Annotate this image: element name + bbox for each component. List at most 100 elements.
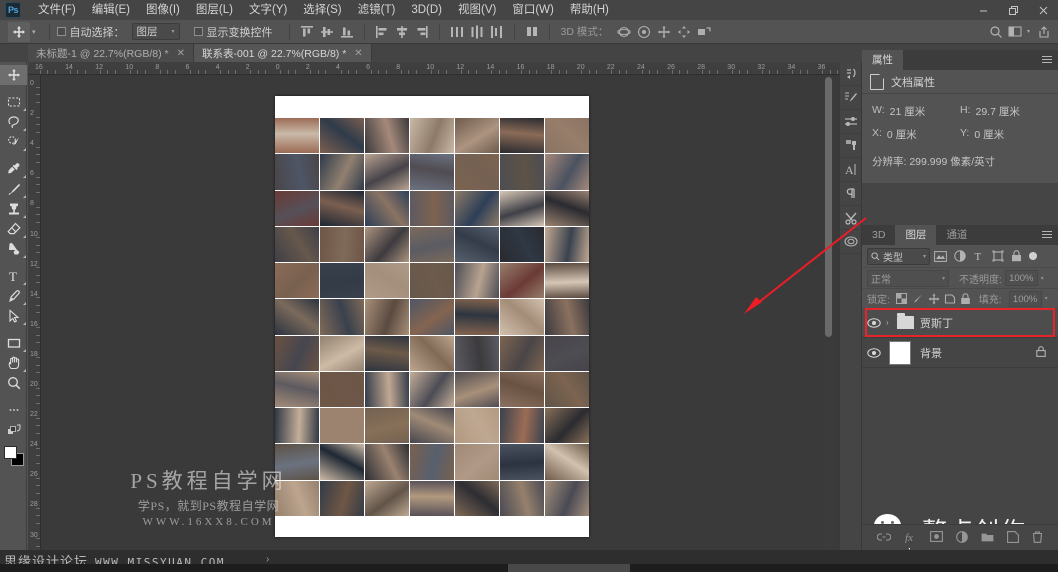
link-layers-icon[interactable] [877, 532, 891, 542]
zoom-tool[interactable] [0, 373, 27, 393]
fill-stepper-icon[interactable]: ▾ [1045, 295, 1048, 302]
opacity-stepper-icon[interactable]: ▾ [1041, 275, 1044, 282]
menu-item-9[interactable]: 窗口(W) [504, 0, 562, 20]
scale-3d-icon[interactable] [695, 23, 713, 41]
add-layer-mask-icon[interactable] [930, 531, 943, 542]
tab-通道[interactable]: 通道 [936, 225, 978, 245]
gradient-tool[interactable] [0, 239, 27, 259]
lock-transparent-pixels-icon[interactable] [894, 291, 910, 307]
document-tab-1[interactable]: 联系表-001 @ 22.7%(RGB/8) * ✕ [194, 44, 372, 62]
scrollbar-thumb[interactable] [825, 77, 832, 337]
tab-图层[interactable]: 图层 [895, 225, 937, 245]
layer-visibility-toggle[interactable] [862, 347, 886, 358]
menu-item-5[interactable]: 选择(S) [295, 0, 349, 20]
document-tab-0[interactable]: 未标题-1 @ 22.7%(RGB/8) * ✕ [28, 44, 194, 62]
tool-preset-caret-icon[interactable]: ▾ [32, 28, 36, 36]
layer-row-background[interactable]: 背景 [862, 338, 1058, 368]
menu-item-8[interactable]: 视图(V) [450, 0, 504, 20]
opacity-value[interactable]: 100% [1004, 270, 1038, 286]
align-more-options-icon[interactable] [523, 23, 541, 41]
tab-properties[interactable]: 属性 [862, 50, 903, 70]
history-icon[interactable] [840, 62, 862, 86]
search-icon[interactable] [987, 23, 1005, 41]
lasso-tool[interactable] [0, 112, 27, 132]
layer-name[interactable]: 背景 [920, 345, 942, 361]
tool-presets-icon[interactable] [840, 206, 862, 230]
quick-selection-tool[interactable] [0, 132, 27, 152]
share-icon[interactable] [1035, 23, 1053, 41]
lock-all-icon[interactable] [958, 291, 974, 307]
adjustments-icon[interactable] [840, 110, 862, 134]
distribute-bottom-icon[interactable] [488, 23, 506, 41]
distribute-top-icon[interactable] [448, 23, 466, 41]
rectangle-tool[interactable] [0, 333, 27, 353]
path-selection-tool[interactable] [0, 306, 27, 326]
align-bottom-edges-icon[interactable] [338, 23, 356, 41]
menu-item-6[interactable]: 滤镜(T) [350, 0, 404, 20]
pen-tool[interactable] [0, 286, 27, 306]
lock-position-icon[interactable] [926, 291, 942, 307]
layer-visibility-toggle[interactable] [862, 317, 886, 328]
default-colors-swap[interactable] [0, 420, 27, 440]
menu-item-7[interactable]: 3D(D) [403, 0, 450, 20]
layer-name[interactable]: 贾斯丁 [920, 315, 953, 331]
add-layer-style-icon[interactable]: fx [904, 531, 917, 543]
close-icon[interactable]: ✕ [354, 48, 362, 59]
menu-item-0[interactable]: 文件(F) [30, 0, 84, 20]
roll-3d-icon[interactable] [635, 23, 653, 41]
character-icon[interactable]: A [840, 158, 862, 182]
styles-icon[interactable] [840, 230, 862, 254]
auto-select-scope-dropdown[interactable]: 图层 ▾ [131, 23, 180, 40]
pan-3d-icon[interactable] [655, 23, 673, 41]
adjustment-filter-icon[interactable] [951, 248, 968, 265]
align-horizontal-centers-icon[interactable] [393, 23, 411, 41]
field-height[interactable]: H: 29.7 厘米 [960, 104, 1048, 119]
new-layer-icon[interactable] [1007, 530, 1019, 543]
vertical-ruler[interactable]: 0 2 4 6 8 10 12 14 16 18 20 22 24 26 28 30 [28, 75, 41, 550]
type-filter-icon[interactable]: T [970, 248, 987, 265]
layer-filter-type-dropdown[interactable]: 类型 ▾ [867, 247, 930, 265]
lock-icon[interactable] [1036, 345, 1046, 360]
move-tool[interactable] [0, 65, 27, 85]
distribute-vertical-center-icon[interactable] [468, 23, 486, 41]
auto-select-checkbox[interactable] [56, 27, 66, 36]
blend-mode-dropdown[interactable]: 正常 ▾ [867, 269, 949, 287]
clone-source-icon[interactable] [840, 134, 862, 158]
canvas-area[interactable]: PS教程自学网 学PS，就到PS教程自学网 WWW.16XX8.COM [41, 75, 840, 550]
edit-toolbar-ellipsis[interactable] [0, 400, 27, 420]
hand-tool[interactable] [0, 353, 27, 373]
filter-toggle-icon[interactable] [1029, 252, 1037, 260]
new-group-icon[interactable] [981, 531, 994, 542]
close-icon[interactable]: ✕ [177, 48, 185, 59]
align-top-edges-icon[interactable] [298, 23, 316, 41]
field-x[interactable]: X: 0 厘米 [872, 127, 960, 142]
workspace-switcher-icon[interactable] [1007, 23, 1025, 41]
foreground-color-swatch[interactable] [4, 446, 17, 459]
clone-stamp-tool[interactable] [0, 199, 27, 219]
align-left-edges-icon[interactable] [373, 23, 391, 41]
align-vertical-centers-icon[interactable] [318, 23, 336, 41]
tab-3D[interactable]: 3D [862, 225, 896, 245]
color-swatches[interactable] [0, 444, 27, 470]
smart-object-filter-icon[interactable] [1008, 248, 1025, 265]
eraser-tool[interactable] [0, 219, 27, 239]
chevron-right-icon[interactable]: › [886, 318, 897, 327]
menu-item-3[interactable]: 图层(L) [188, 0, 241, 20]
document-artboard[interactable] [275, 96, 589, 537]
chevron-down-icon[interactable]: ▾ [1027, 28, 1030, 35]
horizontal-type-tool[interactable]: T [0, 266, 27, 286]
lock-artboard-nesting-icon[interactable] [942, 291, 958, 307]
show-transform-checkbox[interactable] [193, 27, 203, 36]
brush-tool[interactable] [0, 179, 27, 199]
canvas-vertical-scrollbar[interactable] [823, 75, 834, 550]
eyedropper-tool[interactable] [0, 159, 27, 179]
lock-image-pixels-icon[interactable] [910, 291, 926, 307]
menu-item-10[interactable]: 帮助(H) [562, 0, 617, 20]
layer-row-group[interactable]: › 贾斯丁 [862, 308, 1058, 338]
rectangular-marquee-tool[interactable] [0, 92, 27, 112]
shape-filter-icon[interactable] [989, 248, 1006, 265]
menu-item-1[interactable]: 编辑(E) [84, 0, 138, 20]
panel-menu-icon[interactable] [1042, 231, 1052, 239]
fill-value[interactable]: 100% [1008, 290, 1042, 307]
horizontal-ruler[interactable]: 16 14 12 10 8 6 4 2 0 2 4 6 8 10 12 14 16 18 20 22 24 26 28 30 3… [28, 62, 840, 75]
